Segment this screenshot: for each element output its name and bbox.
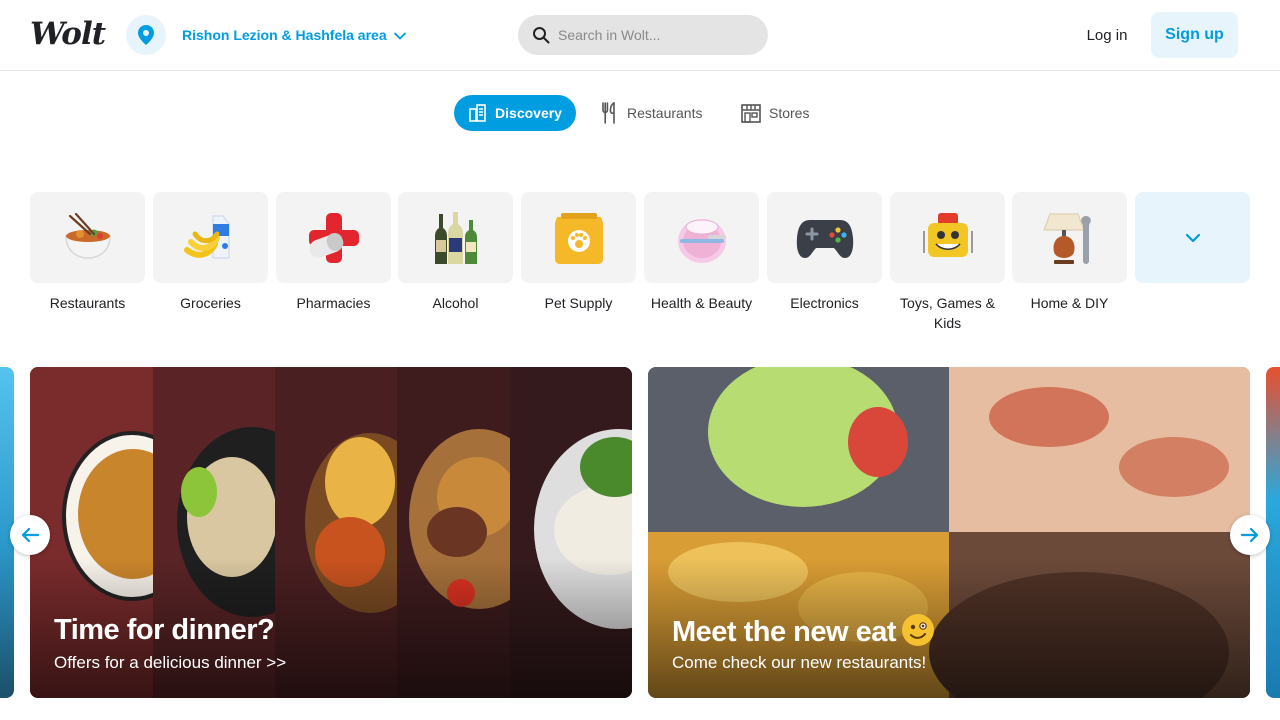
location-selector[interactable]: Rishon Lezion & Hashfela area — [182, 27, 387, 43]
category-label: Restaurants — [49, 295, 126, 311]
tab-label: Stores — [769, 105, 810, 121]
lettuce-burger-image — [648, 367, 949, 532]
tab-discovery[interactable]: Discovery — [454, 95, 576, 131]
pepperoni-image — [1119, 437, 1229, 497]
fork-knife-icon — [602, 102, 615, 124]
category-label: Pet Supply — [544, 295, 613, 311]
category-pharmacies[interactable]: Pharmacies — [276, 192, 391, 313]
toy-robot-icon — [922, 212, 973, 257]
bottles-icon — [434, 211, 477, 264]
search-bar[interactable] — [518, 15, 768, 55]
fries-image — [325, 437, 395, 527]
category-tile[interactable] — [1012, 192, 1127, 283]
banner-subtitle: Come check our new restaurants! — [672, 653, 927, 672]
tab-label: Discovery — [495, 105, 562, 121]
category-restaurants[interactable]: Restaurants — [30, 192, 145, 313]
arrow-right-icon — [1240, 527, 1259, 543]
arrow-left-icon — [21, 527, 40, 543]
pill-cross-icon — [308, 212, 359, 263]
category-home-diy[interactable]: Home & DIY — [1012, 192, 1127, 313]
smiley-emoji-icon — [902, 614, 935, 646]
banner-new-eat[interactable]: Meet the new eat Come check our new rest… — [648, 367, 1250, 698]
expand-categories-button[interactable] — [1135, 192, 1250, 283]
chevron-down-icon — [1185, 233, 1200, 242]
banner-dinner[interactable]: Time for dinner? Offers for a delicious … — [30, 367, 632, 698]
discovery-icon — [469, 104, 486, 122]
category-health-beauty[interactable]: Health & Beauty — [644, 192, 759, 313]
category-tile[interactable] — [644, 192, 759, 283]
category-label: Electronics — [790, 295, 859, 311]
category-label: Alcohol — [432, 295, 479, 311]
chevron-down-icon[interactable] — [391, 27, 409, 45]
patty-image — [427, 507, 487, 557]
category-label: Groceries — [180, 295, 241, 311]
banner-title-row: Meet the new eat — [672, 614, 935, 649]
bananas-milk-icon — [183, 214, 230, 259]
category-pet-supply[interactable]: Pet Supply — [521, 192, 636, 313]
tab-stores[interactable]: Stores — [740, 95, 809, 131]
pizza-image — [949, 367, 1250, 532]
category-label: Pharmacies — [296, 295, 371, 311]
category-alcohol[interactable]: Alcohol — [398, 192, 513, 313]
category-toys-games-kids[interactable]: Toys, Games & Kids — [890, 192, 1005, 333]
category-tile[interactable] — [767, 192, 882, 283]
signup-button[interactable]: Sign up — [1151, 12, 1238, 58]
cosmetics-icon — [677, 218, 726, 263]
banner-subtitle: Offers for a delicious dinner >> — [54, 653, 287, 672]
tomato-image — [848, 407, 908, 477]
store-icon — [741, 104, 761, 123]
wolt-logo[interactable]: Wolt — [30, 16, 106, 52]
banner-title: Time for dinner? — [54, 614, 275, 646]
category-tile[interactable] — [521, 192, 636, 283]
category-label: Health & Beauty — [650, 295, 753, 311]
pepperoni-image — [989, 387, 1109, 447]
search-icon — [533, 27, 550, 44]
top-header: Wolt Rishon Lezion & Hashfela area Log i… — [0, 0, 1280, 71]
pet-food-bag-icon — [554, 212, 603, 264]
category-label: Toys, Games & Kids — [900, 295, 995, 331]
banner-title: Meet the new eat — [672, 616, 897, 648]
category-groceries[interactable]: Groceries — [153, 192, 268, 313]
category-tile[interactable] — [153, 192, 268, 283]
tab-restaurants[interactable]: Restaurants — [600, 95, 702, 131]
search-input[interactable] — [558, 15, 758, 55]
noodle-bowl-icon — [64, 212, 111, 259]
category-electronics[interactable]: Electronics — [767, 192, 882, 313]
category-tile[interactable] — [30, 192, 145, 283]
tab-label: Restaurants — [627, 105, 703, 121]
carousel-prev-button[interactable] — [10, 515, 50, 555]
category-tile[interactable] — [276, 192, 391, 283]
lime-image — [181, 467, 217, 517]
gamepad-icon — [796, 219, 853, 258]
login-button[interactable]: Log in — [1076, 12, 1138, 58]
lamp-wrench-icon — [1042, 213, 1091, 264]
category-tile[interactable] — [890, 192, 1005, 283]
category-label: Home & DIY — [1030, 295, 1109, 311]
category-tile[interactable] — [398, 192, 513, 283]
carousel-next-button[interactable] — [1230, 515, 1270, 555]
location-pin-icon[interactable] — [126, 15, 166, 55]
